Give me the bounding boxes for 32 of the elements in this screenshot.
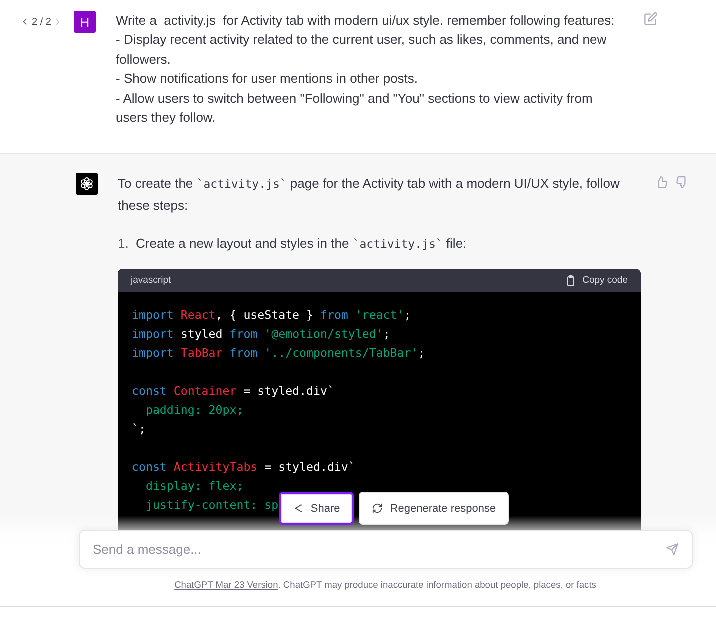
code-line: import TabBar from '../components/TabBar';	[132, 345, 426, 362]
step-text: Create a new layout and styles in the `activity.js` file:	[136, 235, 467, 253]
message-line: Write a activity.js for Activity tab with modern ui/ux style. remember following features:	[116, 12, 616, 30]
regenerate-button[interactable]: Regenerate response	[359, 492, 510, 525]
message-line: - Show notifications for user mentions in other posts.	[116, 70, 420, 88]
code-line: const ActivityTabs = styled.div`	[132, 459, 356, 476]
code-line: padding: 20px;	[144, 402, 244, 419]
assistant-avatar-icon	[79, 176, 95, 192]
share-button[interactable]: Share	[278, 492, 354, 525]
edit-icon[interactable]	[644, 12, 658, 26]
refresh-icon	[372, 503, 384, 514]
page-counter: 2 / 2	[32, 16, 52, 28]
code-line: `;	[132, 421, 146, 438]
code-language: javascript	[131, 275, 172, 286]
thumbs-down-icon[interactable]	[676, 176, 689, 189]
share-icon	[292, 503, 304, 514]
user-avatar: H	[74, 11, 96, 33]
message-input[interactable]: Send a message...	[79, 530, 693, 569]
version-link[interactable]: ChatGPT Mar 23 Version	[174, 580, 278, 590]
code-line: import React, { useState } from 'react';	[132, 307, 412, 324]
message-line: - Display recent activity related to the current user, such as likes, comments, and new followers.	[116, 31, 608, 69]
send-icon[interactable]	[666, 543, 679, 556]
response-paragraph: To create the `activity.js` page for the Activity tab with a modern UI/UX style, follow these steps:	[118, 175, 621, 215]
code-line: const Container = styled.div`	[132, 383, 334, 400]
list-number: 1.	[118, 235, 130, 253]
disclaimer-text: ChatGPT Mar 23 Version. ChatGPT may produce inaccurate information about people, places, or facts	[174, 580, 596, 590]
clipboard-icon	[564, 274, 577, 286]
copy-code-button[interactable]: Copy code	[564, 274, 628, 286]
message-line: - Allow users to switch between "Following" and "You" sections to view activity from users they follow.	[116, 90, 594, 128]
code-line: import styled from '@emotion/styled';	[132, 326, 390, 343]
code-line: justify-content: sp	[144, 497, 279, 514]
code-line: display: flex;	[144, 478, 244, 495]
